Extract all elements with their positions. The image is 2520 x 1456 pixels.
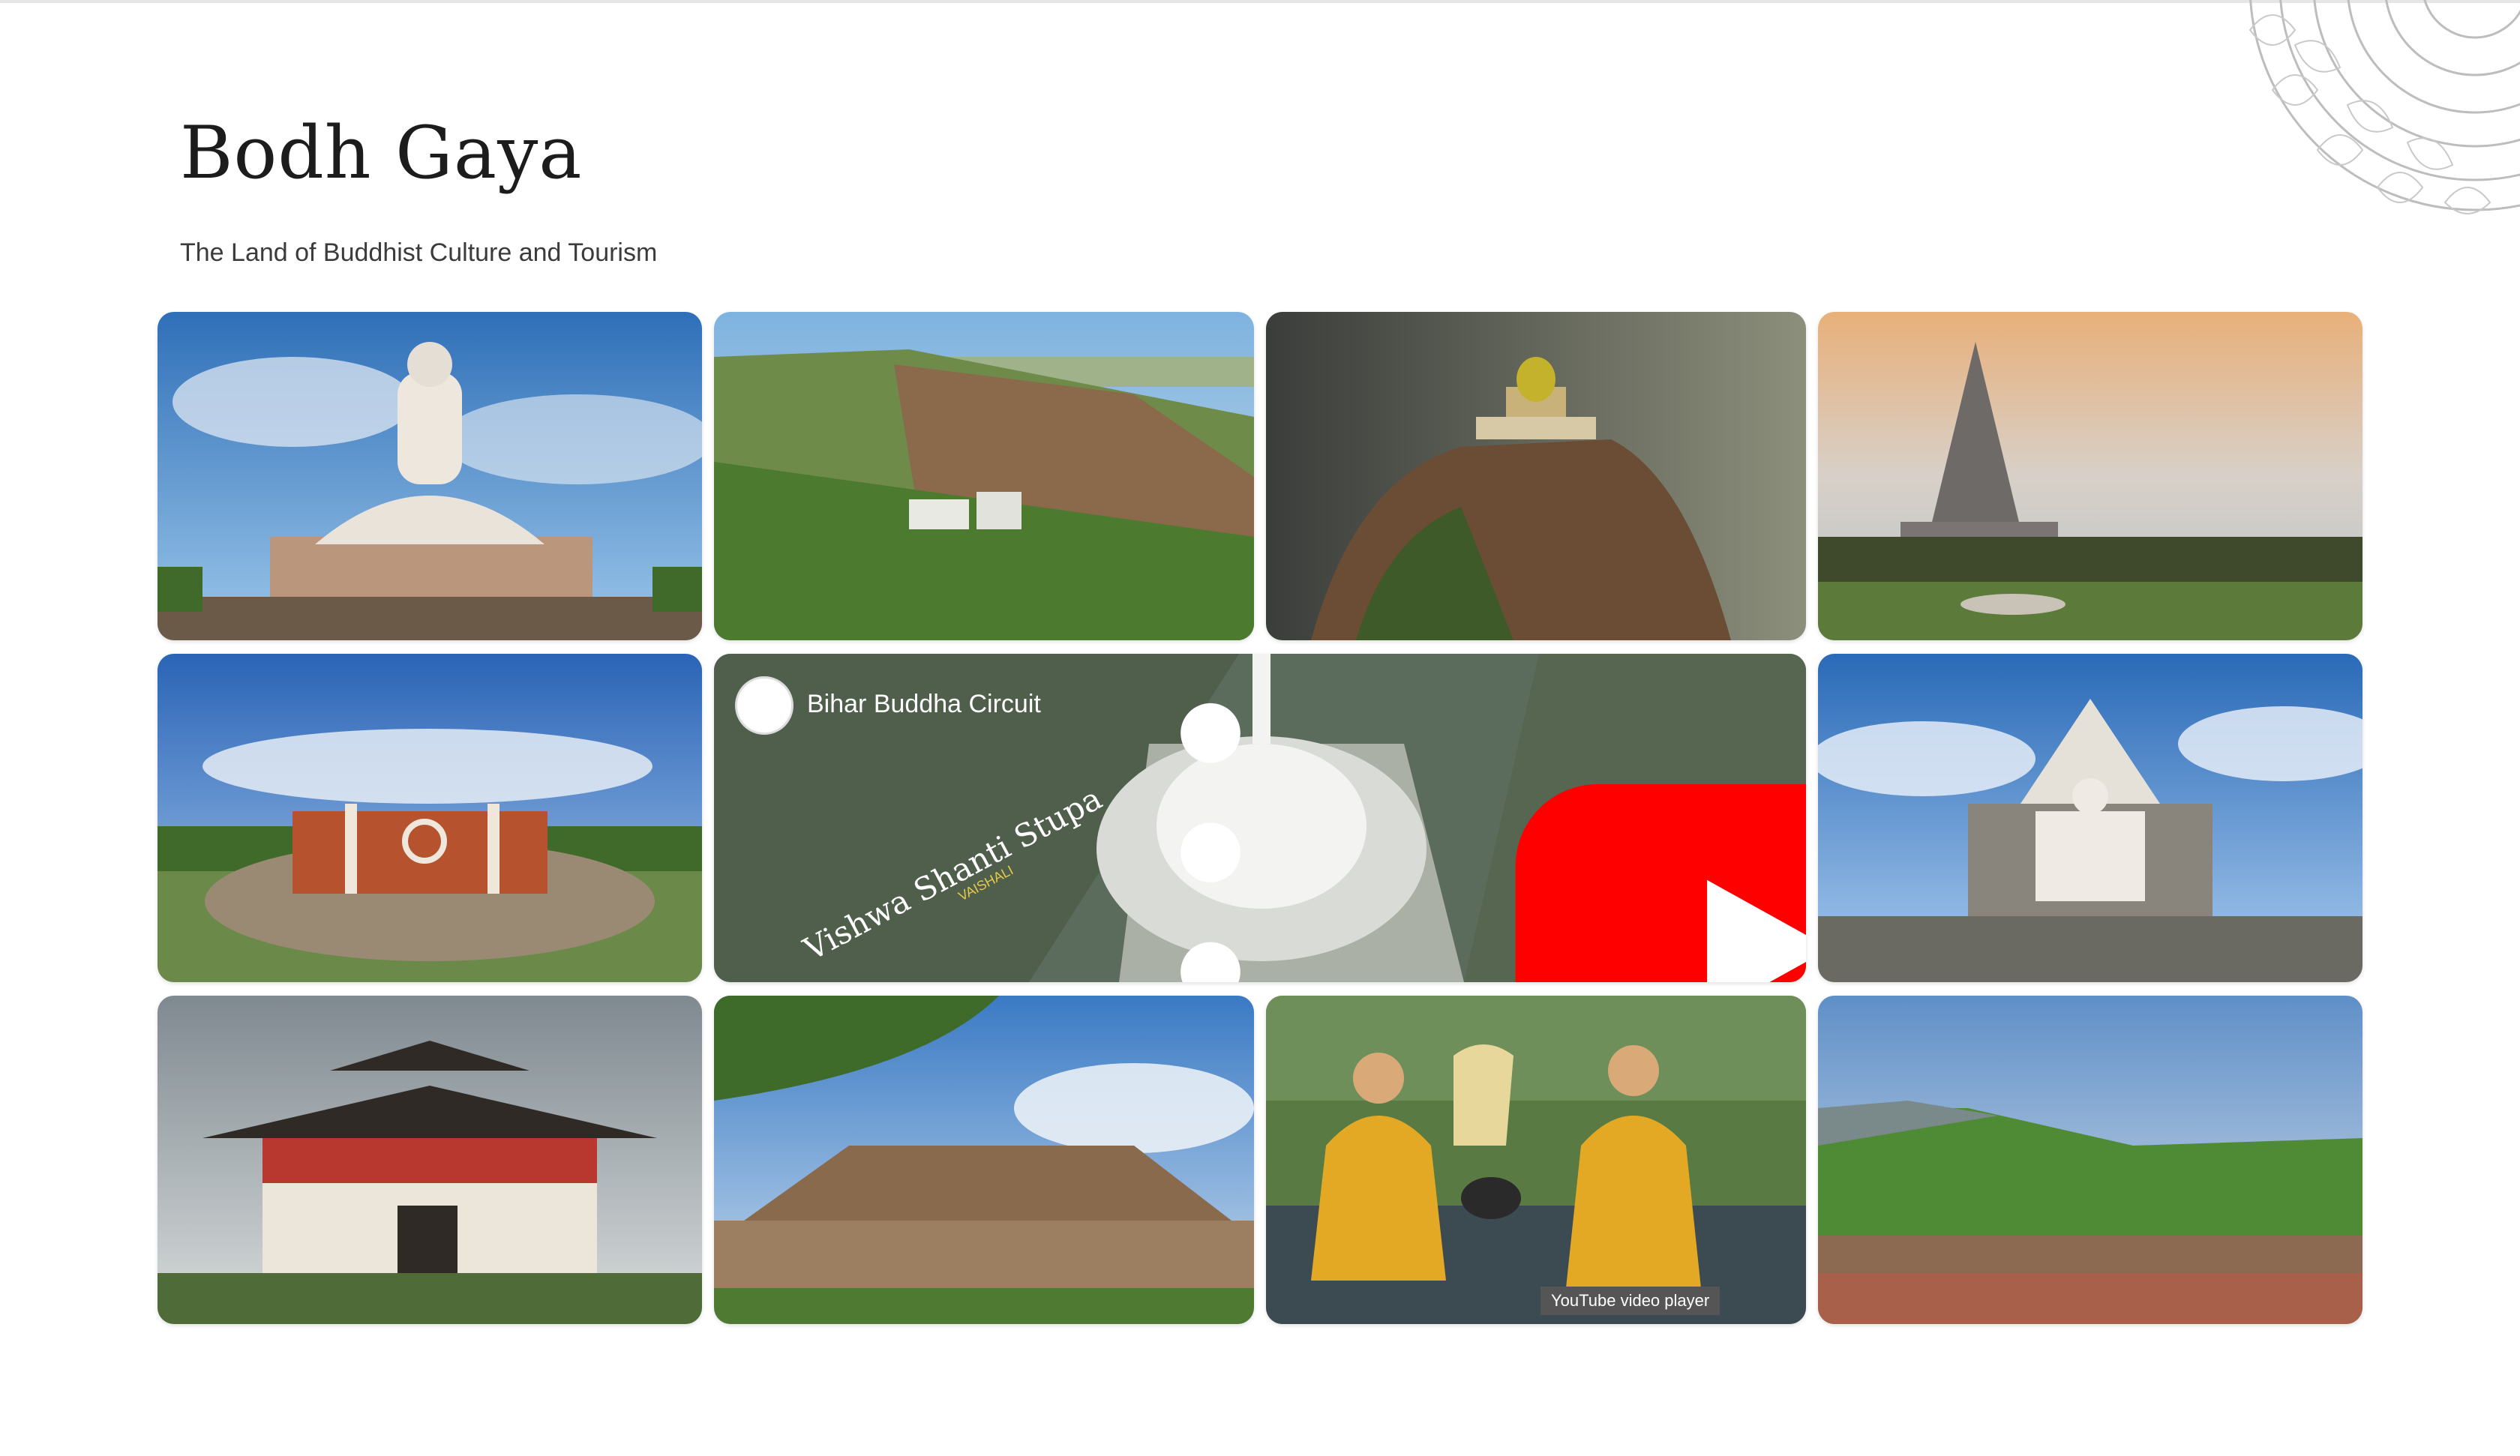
gallery-image-stone-gateway[interactable] [158, 654, 702, 982]
mandala-ornament [2248, 0, 2520, 214]
page-title: Bodh Gaya [180, 111, 583, 195]
gallery-image-great-buddha-statue[interactable] [158, 312, 702, 640]
gallery-image-buddha-shrine[interactable] [1818, 654, 2362, 982]
top-divider [0, 0, 2520, 3]
gallery-image-hilltop-temple[interactable] [1266, 312, 1806, 640]
gallery-image-buddha-statues-tree[interactable] [1266, 996, 1806, 1324]
gallery-image-ancient-stupa-ruins[interactable] [714, 996, 1254, 1324]
gallery-image-hills-aerial[interactable] [714, 312, 1254, 640]
gallery-image-monastery[interactable] [158, 996, 702, 1324]
video-player-tooltip: YouTube video player [1540, 1287, 1720, 1315]
gallery-image-mahabodhi-temple[interactable] [1818, 312, 2362, 640]
play-icon[interactable] [1209, 784, 1806, 982]
youtube-video-player[interactable]: Vishwa Shanti Stupa VAISHALI Bihar Buddh… [714, 654, 1806, 982]
page-subtitle: The Land of Buddhist Culture and Tourism [180, 238, 658, 267]
gallery-image-green-hill[interactable] [1818, 996, 2362, 1324]
